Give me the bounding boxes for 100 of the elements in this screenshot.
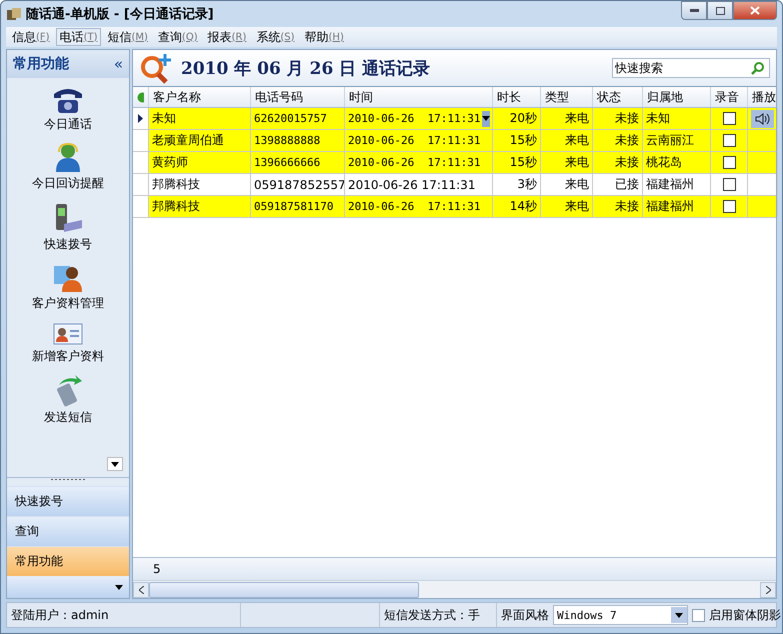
sidebar-title: 常用功能: [13, 55, 69, 73]
menu-item[interactable]: 查询(Q): [154, 28, 202, 46]
column-header[interactable]: 归属地: [643, 87, 711, 107]
nav-group-button[interactable]: 常用功能: [7, 546, 129, 576]
theme-label: 界面风格: [501, 606, 549, 624]
table-cell: 20秒: [493, 108, 541, 129]
caret-icon: [111, 462, 119, 466]
contact-card-icon: [53, 322, 83, 346]
table-cell: 福建福州: [643, 196, 711, 217]
column-header[interactable]: 状态: [593, 87, 643, 107]
table-cell: 2010-06-26 17:11:31: [348, 134, 480, 147]
column-header[interactable]: 时长: [493, 87, 541, 107]
horizontal-scrollbar[interactable]: [133, 580, 776, 598]
table-cell: 来电: [541, 152, 593, 173]
table-cell: 未接: [593, 152, 643, 173]
maximize-button[interactable]: [707, 1, 733, 20]
table-cell: 1396666666: [251, 152, 345, 173]
scroll-down-button[interactable]: [107, 457, 123, 471]
speaker-icon: [754, 112, 770, 124]
table-cell: 来电: [541, 130, 593, 151]
table-cell: 未接: [593, 196, 643, 217]
table-cell: 3秒: [493, 174, 541, 195]
theme-select[interactable]: Windows 7: [553, 605, 688, 625]
table-cell: 2010-06-26 17:11:31: [348, 200, 480, 213]
play-button[interactable]: [751, 110, 774, 128]
sidebar-item[interactable]: 今日通话: [44, 86, 92, 133]
search-field[interactable]: 快速搜索: [612, 58, 770, 78]
table-cell: 2010-06-26 17:11:31: [348, 112, 480, 125]
table-cell: 15秒: [493, 130, 541, 151]
sidebar-item[interactable]: 快速拨号: [44, 202, 92, 253]
menu-item[interactable]: 电话(T): [56, 28, 102, 46]
caret-icon: [115, 584, 123, 590]
maximize-icon: [716, 6, 724, 14]
scroll-right-button[interactable]: [760, 582, 776, 598]
menu-item[interactable]: 报表(R): [204, 28, 250, 46]
table-cell: 来电: [541, 196, 593, 217]
checkbox[interactable]: [722, 112, 736, 125]
nav-group-button[interactable]: 快速拨号: [7, 486, 129, 516]
menu-item[interactable]: 系统(S): [252, 28, 299, 46]
table-cell: 邦腾科技: [149, 196, 251, 217]
sidebar-item[interactable]: 今日回访提醒: [32, 143, 104, 192]
logged-in-user: 登陆用户：admin: [11, 606, 109, 624]
table-cell: 来电: [541, 108, 593, 129]
menu-item[interactable]: 信息(F): [8, 28, 54, 46]
table-row[interactable]: 邦腾科技 059187581170 2010-06-26 17:11:31 14秒 来电 未接 福建福州: [133, 196, 776, 218]
splitter-grip-icon: [51, 478, 85, 481]
chevron-left-icon: [138, 586, 144, 594]
window-shadow-checkbox[interactable]: 启用窗体阴影: [692, 606, 781, 624]
row-count: 5: [152, 561, 162, 578]
table-cell: 桃花岛: [643, 152, 711, 173]
magnifier-plus-icon: [139, 52, 173, 84]
sms-send-mode: 短信发送方式：手: [384, 606, 480, 624]
table-cell: 云南丽江: [643, 130, 711, 151]
collapse-button[interactable]: «: [114, 55, 123, 73]
menu-item[interactable]: 帮助(H): [300, 28, 348, 46]
menu-item[interactable]: 短信(M): [103, 28, 152, 46]
scroll-left-button[interactable]: [133, 582, 149, 598]
table-cell: 未接: [593, 130, 643, 151]
user-headset-icon: [54, 143, 82, 173]
checkbox[interactable]: [722, 134, 736, 147]
sidebar-item[interactable]: 发送短信: [44, 375, 92, 426]
column-header[interactable]: 录音: [711, 87, 748, 107]
table-cell: 14秒: [493, 196, 541, 217]
dropdown-button[interactable]: [482, 110, 490, 126]
table-cell: 福建福州: [643, 174, 711, 195]
table-cell: 15秒: [493, 152, 541, 173]
column-header[interactable]: 电话号码: [251, 87, 345, 107]
sidebar-item[interactable]: 客户资料管理: [32, 263, 104, 312]
page-heading: 2010 年 06 月 26 日 通话记录: [181, 58, 430, 80]
column-header[interactable]: 播放: [748, 87, 778, 107]
checkbox[interactable]: [722, 200, 736, 213]
column-header[interactable]: 时间: [345, 87, 493, 107]
table-cell: 2010-06-26 17:11:31: [348, 156, 480, 169]
table-row[interactable]: 老顽童周伯通 1398888888 2010-06-26 17:11:31 15秒 来电 未接 云南丽江: [133, 130, 776, 152]
table-cell: 059187581170: [251, 196, 345, 217]
user-icon: [53, 263, 83, 293]
table-cell: 未接: [593, 108, 643, 129]
close-icon: [750, 6, 760, 15]
table-cell: 已接: [593, 174, 643, 195]
checkbox[interactable]: [722, 156, 736, 169]
table-row[interactable]: 未知 62620015757 2010-06-26 17:11:31 20秒 来电 未接 未知: [133, 108, 776, 130]
nav-group-button[interactable]: 查询: [7, 516, 129, 546]
table-cell: 来电: [541, 174, 593, 195]
table-cell: 2010-06-26 17:11:31: [348, 178, 476, 192]
checkbox[interactable]: [722, 178, 736, 191]
column-header[interactable]: 类型: [541, 87, 593, 107]
caret-icon: [482, 116, 490, 121]
caret-icon: [675, 612, 683, 618]
chevron-right-icon: [766, 586, 770, 594]
minimize-button[interactable]: [681, 1, 707, 20]
search-icon: [751, 61, 765, 75]
table-row[interactable]: 黄药师 1396666666 2010-06-26 17:11:31 15秒 来电 未接 桃花岛: [133, 152, 776, 174]
sidebar-item[interactable]: 新增客户资料: [32, 322, 104, 365]
table-cell: 62620015757: [251, 108, 345, 129]
table-cell: 黄药师: [149, 152, 251, 173]
window-title: 随话通-单机版 - [今日通话记录]: [26, 6, 214, 23]
close-button[interactable]: [733, 1, 777, 20]
table-cell: 1398888888: [251, 130, 345, 151]
column-header[interactable]: 客户名称: [149, 87, 251, 107]
scrollbar-thumb[interactable]: [149, 582, 419, 598]
